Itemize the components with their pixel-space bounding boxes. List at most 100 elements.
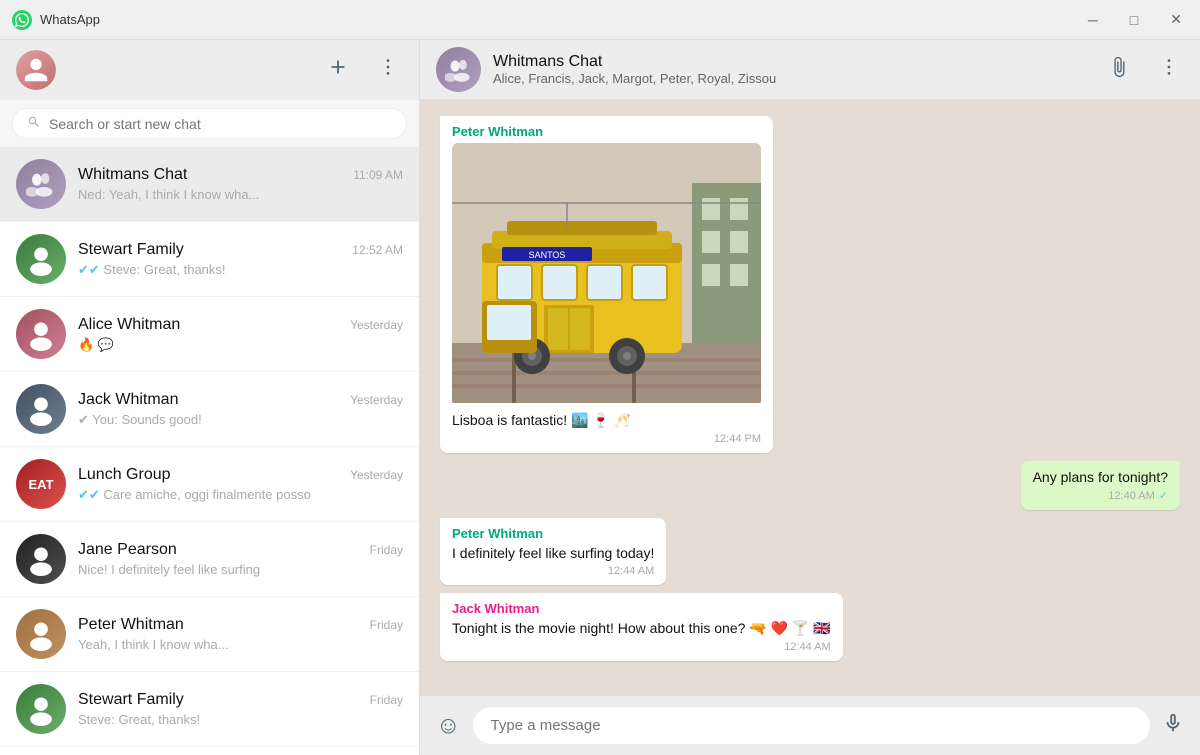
chat-avatar [16, 159, 66, 209]
chat-time: Yesterday [350, 468, 403, 482]
microphone-button[interactable] [1162, 712, 1184, 740]
emoji-button[interactable]: ☺ [436, 712, 461, 740]
search-icon [27, 115, 41, 132]
chat-avatar [16, 234, 66, 284]
app-title: WhatsApp [40, 12, 100, 27]
titlebar-controls: ─ □ ✕ [1082, 9, 1188, 30]
chat-avatar [16, 609, 66, 659]
chat-name: Jane Pearson [78, 541, 177, 559]
sidebar-actions [323, 52, 403, 88]
message-input[interactable] [473, 707, 1150, 744]
chat-item-lunch-group[interactable]: EAT Lunch Group Yesterday ✔✔ Care amiche… [0, 447, 419, 522]
chat-info: Whitmans Chat 11:09 AM Ned: Yeah, I thin… [78, 166, 403, 202]
chat-item-jack-whitman[interactable]: Jack Whitman Yesterday ✔ You: Sounds goo… [0, 372, 419, 447]
message-time: 12:44 AM [608, 565, 654, 577]
chat-top: Alice Whitman Yesterday [78, 316, 403, 334]
chat-preview: Nice! I definitely feel like surfing [78, 562, 403, 577]
minimize-button[interactable]: ─ [1082, 9, 1104, 30]
message-time-row: 12:44 AM [452, 565, 654, 577]
whatsapp-logo-icon [12, 10, 32, 30]
chat-name: Stewart Family [78, 691, 184, 709]
chat-preview: ✔✔ Care amiche, oggi finalmente posso [78, 487, 403, 503]
messages-list: Peter Whitman [420, 100, 1200, 695]
tram-image: SANTOS [452, 143, 761, 403]
message-sender: Peter Whitman [452, 526, 654, 541]
chat-header-info: Whitmans Chat Alice, Francis, Jack, Marg… [493, 53, 1092, 86]
message-time: 12:40 AM [1108, 490, 1154, 502]
chat-top: Stewart Family Friday [78, 691, 403, 709]
message-image: SANTOS [452, 143, 761, 406]
message-time: 12:44 AM [784, 641, 830, 653]
chat-header: Whitmans Chat Alice, Francis, Jack, Marg… [420, 40, 1200, 100]
message-text: Any plans for tonight? [1033, 469, 1168, 485]
search-input[interactable] [49, 116, 392, 132]
maximize-button[interactable]: □ [1124, 9, 1144, 30]
chat-info: Peter Whitman Friday Yeah, I think I kno… [78, 616, 403, 652]
chat-avatar: EAT [16, 459, 66, 509]
search-input-wrap[interactable] [12, 108, 407, 139]
chat-name: Whitmans Chat [78, 166, 187, 184]
svg-text:SANTOS: SANTOS [529, 250, 566, 260]
chat-input-bar: ☺ [420, 695, 1200, 755]
chat-top: Whitmans Chat 11:09 AM [78, 166, 403, 184]
chat-item-stewart-family[interactable]: Stewart Family 12:52 AM ✔✔ Steve: Great,… [0, 222, 419, 297]
chat-time: Friday [370, 693, 403, 707]
chat-top: Jack Whitman Yesterday [78, 391, 403, 409]
chat-info: Stewart Family Friday Steve: Great, than… [78, 691, 403, 727]
chat-item-stewart-family-2[interactable]: Stewart Family Friday Steve: Great, than… [0, 672, 419, 747]
chat-top: Stewart Family 12:52 AM [78, 241, 403, 259]
chat-header-members: Alice, Francis, Jack, Margot, Peter, Roy… [493, 71, 1092, 86]
message-sender: Peter Whitman [452, 124, 761, 139]
chat-avatar [16, 309, 66, 359]
menu-button[interactable] [373, 52, 403, 88]
message-time-row: 12:40 AM ✓ [1033, 489, 1168, 502]
message-peter-image: Peter Whitman [440, 116, 773, 453]
chat-area: Whitmans Chat Alice, Francis, Jack, Marg… [420, 40, 1200, 755]
message-text: Lisboa is fantastic! 🏙️ 🍷 🥂 [452, 412, 761, 429]
chat-preview: ✔ You: Sounds good! [78, 412, 403, 428]
message-time: 12:44 PM [714, 433, 761, 445]
chat-info: Stewart Family 12:52 AM ✔✔ Steve: Great,… [78, 241, 403, 278]
chat-time: 11:09 AM [353, 168, 403, 182]
chat-item-jane-pearson[interactable]: Jane Pearson Friday Nice! I definitely f… [0, 522, 419, 597]
sidebar: Whitmans Chat 11:09 AM Ned: Yeah, I thin… [0, 40, 420, 755]
chat-item-whitmans-chat[interactable]: Whitmans Chat 11:09 AM Ned: Yeah, I thin… [0, 147, 419, 222]
message-sent-plans: Any plans for tonight? 12:40 AM ✓ [1021, 461, 1180, 510]
my-avatar[interactable] [16, 50, 56, 90]
chat-info: Lunch Group Yesterday ✔✔ Care amiche, og… [78, 466, 403, 503]
chat-avatar [16, 684, 66, 734]
chat-name: Stewart Family [78, 241, 184, 259]
chat-info: Jane Pearson Friday Nice! I definitely f… [78, 541, 403, 577]
chat-list: Whitmans Chat 11:09 AM Ned: Yeah, I thin… [0, 147, 419, 755]
chat-time: Friday [370, 618, 403, 632]
app-layout: Whitmans Chat 11:09 AM Ned: Yeah, I thin… [0, 40, 1200, 755]
chat-header-actions [1104, 52, 1184, 88]
chat-time: Yesterday [350, 393, 403, 407]
chat-preview: 🔥 💬 [78, 337, 403, 353]
chat-top: Lunch Group Yesterday [78, 466, 403, 484]
chat-avatar [16, 534, 66, 584]
chat-top: Jane Pearson Friday [78, 541, 403, 559]
chat-name: Alice Whitman [78, 316, 180, 334]
new-chat-button[interactable] [323, 52, 353, 88]
chat-name: Lunch Group [78, 466, 171, 484]
chat-item-alice-whitman[interactable]: Alice Whitman Yesterday 🔥 💬 [0, 297, 419, 372]
close-button[interactable]: ✕ [1164, 9, 1188, 30]
titlebar-left: WhatsApp [12, 10, 100, 30]
chat-time: Friday [370, 543, 403, 557]
chat-menu-button[interactable] [1154, 52, 1184, 88]
message-peter-surfing: Peter Whitman I definitely feel like sur… [440, 518, 666, 585]
chat-time: 12:52 AM [352, 243, 403, 257]
chat-avatar [16, 384, 66, 434]
message-check-icon: ✓ [1159, 489, 1168, 502]
message-sender: Jack Whitman [452, 601, 831, 616]
message-jack-movie: Jack Whitman Tonight is the movie night!… [440, 593, 843, 661]
chat-name: Jack Whitman [78, 391, 178, 409]
message-time-row: 12:44 AM [452, 641, 831, 653]
chat-name: Peter Whitman [78, 616, 184, 634]
chat-preview: Ned: Yeah, I think I know wha... [78, 187, 403, 202]
chat-item-peter-whitman[interactable]: Peter Whitman Friday Yeah, I think I kno… [0, 597, 419, 672]
attach-button[interactable] [1104, 52, 1134, 88]
message-time-row: 12:44 PM [452, 433, 761, 445]
sidebar-header [0, 40, 419, 100]
